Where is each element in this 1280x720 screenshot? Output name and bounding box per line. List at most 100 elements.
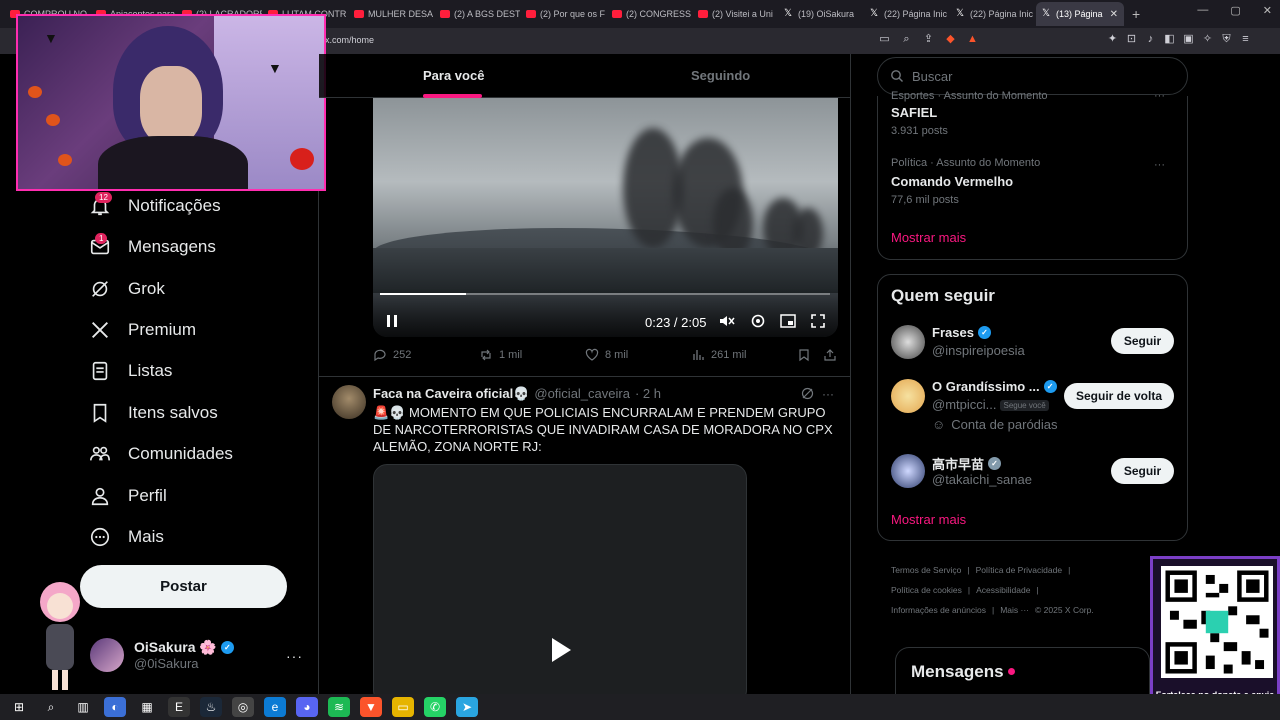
footer-link[interactable]: Acessibilidade xyxy=(976,585,1030,595)
cast-icon[interactable]: ▭ xyxy=(878,33,891,46)
steam-icon[interactable]: ♨ xyxy=(200,697,222,717)
url-text[interactable]: x.com/home xyxy=(325,35,374,45)
follow-name-row[interactable]: O Grandíssimo ... ✓ xyxy=(932,379,1057,394)
reply-button[interactable]: 252 xyxy=(373,348,411,362)
browser-tab[interactable]: (2) Visitei a Uni xyxy=(692,2,778,26)
browser-tab[interactable]: 𝕏 (22) Página Inic xyxy=(864,2,950,26)
file-explorer-icon[interactable]: ▭ xyxy=(392,697,414,717)
follow-button[interactable]: Seguir xyxy=(1111,458,1174,484)
brave-shield-icon[interactable]: ◆ xyxy=(944,33,957,46)
tweet-author-avatar[interactable] xyxy=(332,385,366,419)
post-button[interactable]: Postar xyxy=(80,565,287,608)
footer-link[interactable]: © 2025 X Corp. xyxy=(1035,605,1094,615)
messages-dock[interactable]: Mensagens xyxy=(895,647,1150,697)
browser-tab[interactable]: (2) Por que os F xyxy=(520,2,606,26)
pause-icon[interactable] xyxy=(383,312,401,330)
footer-link[interactable]: Política de cookies xyxy=(891,585,962,595)
trends-show-more-link[interactable]: Mostrar mais xyxy=(891,230,966,245)
repost-button[interactable]: 1 mil xyxy=(479,348,522,362)
brave-rewards-icon[interactable]: ▲ xyxy=(966,33,979,46)
follow-show-more-link[interactable]: Mostrar mais xyxy=(891,512,966,527)
obs-icon[interactable]: ◎ xyxy=(232,697,254,717)
follow-back-button[interactable]: Seguir de volta xyxy=(1064,383,1174,409)
new-tab-button[interactable]: + xyxy=(1132,6,1140,22)
close-tab-icon[interactable]: ✕ xyxy=(1110,9,1118,20)
sidebar-item-mensagens[interactable]: Mensagens xyxy=(88,235,216,259)
whatsapp-icon[interactable]: ✆ xyxy=(424,697,446,717)
footer-link[interactable]: Termos de Serviço xyxy=(891,565,961,575)
leo-ai-icon[interactable]: ✧ xyxy=(1201,33,1214,46)
spotify-icon[interactable]: ≋ xyxy=(328,697,350,717)
account-more-button[interactable]: ··· xyxy=(286,648,303,664)
music-icon[interactable]: ♪ xyxy=(1144,33,1157,46)
browser-tab[interactable]: 𝕏 (13) Página ✕ xyxy=(1036,2,1124,26)
brave-icon[interactable]: ▼ xyxy=(360,697,382,717)
tab-following[interactable]: Seguindo xyxy=(691,68,750,83)
vpn-icon[interactable]: ⛨ xyxy=(1220,33,1233,46)
zoom-icon[interactable]: ⌕ xyxy=(900,33,913,46)
windows-start-icon[interactable]: ⊞ xyxy=(8,697,30,717)
video-progress-bar[interactable] xyxy=(380,293,830,295)
follow-button[interactable]: Seguir xyxy=(1111,328,1174,354)
telegram-icon[interactable]: ➤ xyxy=(456,697,478,717)
sidebar-toggle-icon[interactable]: ◧ xyxy=(1163,33,1176,46)
browser-tab[interactable]: 𝕏 (19) OiSakura xyxy=(778,2,864,26)
screenshot-icon[interactable]: ⊡ xyxy=(1125,33,1138,46)
avatar[interactable] xyxy=(891,325,925,359)
copilot-icon[interactable]: ◐ xyxy=(104,697,126,717)
mute-icon[interactable] xyxy=(718,312,736,330)
sidebar-item-mais[interactable]: Mais xyxy=(88,525,164,549)
tweet-more-button[interactable]: ··· xyxy=(822,387,834,401)
sidebar-item-premium[interactable]: Premium xyxy=(88,318,196,342)
views-button[interactable]: 261 mil xyxy=(691,348,746,362)
avatar[interactable] xyxy=(891,454,925,488)
picture-in-picture-icon[interactable] xyxy=(779,312,797,330)
settings-gear-icon[interactable] xyxy=(749,312,767,330)
trend-title[interactable]: Comando Vermelho xyxy=(891,174,1013,189)
footer-link[interactable]: Política de Privacidade xyxy=(976,565,1062,575)
close-window-icon[interactable]: ✕ xyxy=(1263,4,1272,17)
follow-name-row[interactable]: Frases ✓ xyxy=(932,325,991,340)
browser-tab[interactable]: (2) A BGS DEST xyxy=(434,2,520,26)
sidebar-item-grok[interactable]: Grok xyxy=(88,277,165,301)
task-view-icon[interactable]: ▥ xyxy=(72,697,94,717)
footer-link[interactable]: Informações de anúncios xyxy=(891,605,986,615)
tweet-time[interactable]: · 2 h xyxy=(635,386,661,402)
tweet-video[interactable] xyxy=(373,464,747,694)
menu-icon[interactable]: ≡ xyxy=(1239,33,1252,46)
follow-name-row[interactable]: 高市早苗 ✓ xyxy=(932,454,1002,473)
sidebar-item-comunidades[interactable]: Comunidades xyxy=(88,442,233,466)
minimize-icon[interactable]: — xyxy=(1197,4,1208,17)
discord-icon[interactable]: ◕ xyxy=(296,697,318,717)
like-button[interactable]: 8 mil xyxy=(585,348,628,362)
sidebar-item-listas[interactable]: Listas xyxy=(88,359,172,383)
sidebar-item-perfil[interactable]: Perfil xyxy=(88,484,167,508)
store-icon[interactable]: ▦ xyxy=(136,697,158,717)
tweet-author-handle[interactable]: @oficial_caveira xyxy=(534,386,630,402)
play-icon[interactable] xyxy=(552,638,571,662)
browser-tab[interactable]: MULHER DESA xyxy=(348,2,434,26)
video-player[interactable]: 0:23 / 2:05 xyxy=(373,98,838,337)
search-icon[interactable]: ⌕ xyxy=(40,697,62,717)
bookmark-button[interactable] xyxy=(797,348,811,362)
browser-tab[interactable]: 𝕏 (22) Página Inic xyxy=(950,2,1036,26)
browser-tab[interactable]: (2) CONGRESS xyxy=(606,2,692,26)
footer-link[interactable]: Mais ··· xyxy=(1000,605,1029,615)
sidebar-item-itens-salvos[interactable]: Itens salvos xyxy=(88,401,218,425)
tab-for-you[interactable]: Para você xyxy=(423,68,484,83)
fullscreen-icon[interactable] xyxy=(809,312,827,330)
account-switcher[interactable]: OiSakura 🌸 ✓ @0iSakura xyxy=(90,638,234,672)
share-button[interactable] xyxy=(823,348,837,362)
wallet-icon[interactable]: ▣ xyxy=(1182,33,1195,46)
edge-icon[interactable]: e xyxy=(264,697,286,717)
epic-games-icon[interactable]: E xyxy=(168,697,190,717)
trend-more-button[interactable]: ··· xyxy=(1154,90,1165,102)
avatar[interactable] xyxy=(891,379,925,413)
maximize-icon[interactable]: ▢ xyxy=(1230,4,1240,17)
trend-title[interactable]: SAFIEL xyxy=(891,105,937,120)
extensions-icon[interactable]: ✦ xyxy=(1106,33,1119,46)
trend-more-button[interactable]: ··· xyxy=(1154,159,1165,171)
share-icon[interactable]: ⇪ xyxy=(922,33,935,46)
grok-icon[interactable] xyxy=(801,387,814,400)
tweet-author-name[interactable]: Faca na Caveira oficial💀 xyxy=(373,386,529,402)
